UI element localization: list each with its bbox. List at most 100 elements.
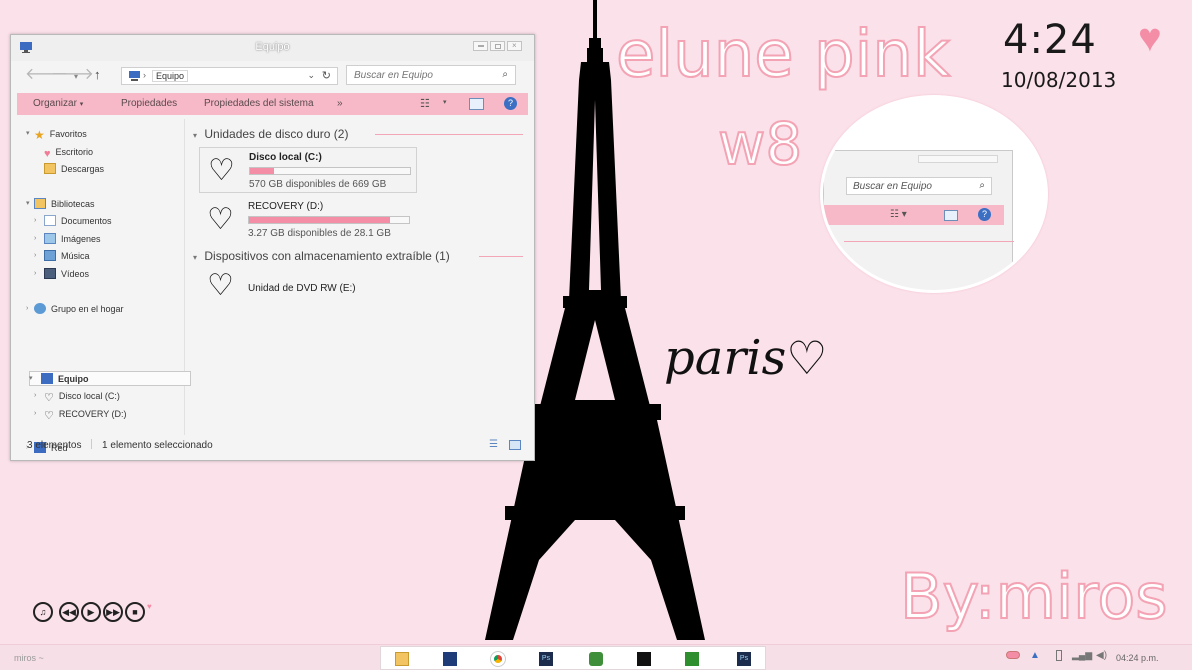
search-icon[interactable]: ⌕ xyxy=(502,69,508,80)
maximize-button[interactable] xyxy=(490,41,505,51)
more-commands-button[interactable]: » xyxy=(337,98,343,109)
sidebar-item-computer[interactable]: ▾ Equipo xyxy=(29,371,191,386)
search-box[interactable]: ⌕ xyxy=(346,65,516,85)
sidebar-item-videos[interactable]: › Vídeos xyxy=(34,267,89,281)
details-view-icon[interactable]: ☰ xyxy=(489,439,498,450)
title-text: elune pink xyxy=(615,17,951,93)
navigation-pane: ▾ ★ Favoritos ♥ Escritorio Descargas ▾ Bibli… xyxy=(17,119,191,453)
minecraft-icon[interactable] xyxy=(685,652,699,666)
group-divider xyxy=(479,256,523,257)
next-button[interactable]: ▶▶ xyxy=(103,602,123,622)
author-text: By:miros xyxy=(899,559,1169,634)
sidebar-item-downloads[interactable]: Descargas xyxy=(44,162,104,176)
ghost-app-icon[interactable] xyxy=(637,652,651,666)
chrome-icon[interactable] xyxy=(490,651,506,667)
tray-toggle-icon[interactable] xyxy=(1006,651,1020,659)
window-title: Equipo xyxy=(255,41,290,53)
group-removable[interactable]: ▾ Dispositivos con almacenamiento extraí… xyxy=(193,249,523,263)
title-bar[interactable]: Equipo × xyxy=(11,35,534,61)
tray-clock[interactable]: 04:24 p.m. xyxy=(1116,653,1159,663)
collapse-icon: › xyxy=(34,235,37,242)
recovery-label: RECOVERY (D:) xyxy=(58,409,127,419)
image-viewer-icon[interactable] xyxy=(589,652,603,666)
minimize-button[interactable] xyxy=(473,41,488,51)
address-computer-icon xyxy=(129,71,140,81)
previous-button[interactable]: ◀◀ xyxy=(59,602,79,622)
dvd-drive-item[interactable]: ♡ Unidad de DVD RW (E:) xyxy=(199,269,417,309)
zoom-caption-buttons xyxy=(918,155,998,163)
collapse-icon: › xyxy=(34,410,37,417)
heart-drive-icon: ♡ xyxy=(44,392,54,404)
group-collapse-icon: ▾ xyxy=(193,253,198,262)
organize-button[interactable]: Organizar ▾ xyxy=(33,98,83,109)
help-icon[interactable]: ? xyxy=(504,97,517,110)
computer-app-icon[interactable] xyxy=(443,652,457,666)
drive-name: Disco local (C:) xyxy=(249,152,322,163)
sidebar-item-images[interactable]: › Imágenes xyxy=(34,232,101,246)
homegroup-icon xyxy=(34,303,46,314)
drive-usage-fill xyxy=(249,217,390,223)
drive-item[interactable]: ♡ RECOVERY (D:) 3.27 GB disponibles de 2… xyxy=(199,197,417,243)
drive-usage-bar xyxy=(248,216,410,224)
sidebar-item-documents[interactable]: › Documentos xyxy=(34,214,112,228)
desktop-date: 10/08/2013 xyxy=(1001,68,1117,92)
close-button[interactable]: × xyxy=(507,41,522,51)
sidebar-item-music[interactable]: › Música xyxy=(34,249,90,263)
sidebar-item-homegroup[interactable]: › Grupo en el hogar xyxy=(26,302,124,316)
change-view-icon[interactable]: ☷ xyxy=(420,97,430,110)
sidebar-item-favorites[interactable]: ▾ ★ Favoritos xyxy=(26,127,87,142)
tray-network-icon[interactable]: ▲ xyxy=(1030,650,1040,661)
group-collapse-icon: ▾ xyxy=(193,131,198,140)
large-icons-view-icon[interactable] xyxy=(509,440,521,450)
heart-outline-icon: ♡ xyxy=(786,331,828,385)
maximize-icon xyxy=(495,44,501,49)
minimize-icon xyxy=(478,45,484,47)
star-icon: ★ xyxy=(34,128,45,142)
breadcrumb-equipo[interactable]: Equipo xyxy=(152,70,189,82)
file-explorer-icon[interactable] xyxy=(395,652,409,666)
up-button[interactable]: ↑ xyxy=(94,67,101,83)
zoom-divider xyxy=(844,241,1014,242)
view-dropdown-icon[interactable]: ▾ xyxy=(443,98,447,106)
address-bar[interactable]: › Equipo ⌄ ↻ xyxy=(121,67,338,85)
status-separator xyxy=(91,439,93,449)
volume-icon[interactable]: ◀) xyxy=(1096,650,1107,661)
preview-pane-icon[interactable] xyxy=(469,98,484,110)
command-bar: Organizar ▾ Propiedades Propiedades del … xyxy=(17,93,528,115)
organize-label: Organizar xyxy=(33,98,77,109)
zoom-search-text: Buscar en Equipo xyxy=(853,181,932,192)
recent-dropdown-icon[interactable]: ▾ xyxy=(74,69,78,85)
photoshop-icon[interactable]: Ps xyxy=(539,652,553,666)
drive-item[interactable]: ♡ Disco local (C:) 570 GB disponibles de… xyxy=(199,147,417,193)
battery-icon[interactable] xyxy=(1056,650,1062,661)
play-button[interactable]: ▶ xyxy=(81,602,101,622)
downloads-label: Descargas xyxy=(61,164,105,174)
taskbar: miros ~ Ps Ps ▲ ▂▄▆ ◀) 04:24 p.m. xyxy=(0,644,1192,670)
close-icon: × xyxy=(512,41,517,50)
collapse-icon: › xyxy=(26,305,29,312)
computer-label: Equipo xyxy=(58,374,89,384)
refresh-icon[interactable]: ↻ xyxy=(322,69,331,82)
version-text: w8 xyxy=(717,109,803,179)
music-label: Música xyxy=(61,251,90,261)
forward-button[interactable]: 🡒 xyxy=(51,67,94,83)
taskbar-apps: Ps Ps xyxy=(380,646,766,670)
signal-icon[interactable]: ▂▄▆ xyxy=(1072,650,1092,661)
address-dropdown-icon[interactable]: ⌄ xyxy=(307,70,315,81)
search-input[interactable] xyxy=(347,66,487,84)
pixel-heart-icon: ♡ xyxy=(207,269,234,302)
sidebar-item-desktop[interactable]: ♥ Escritorio xyxy=(44,145,93,160)
music-note-icon[interactable]: ♫ xyxy=(33,602,53,622)
zoom-window: Buscar en Equipo ⌕ ☷ ▾ ? xyxy=(823,150,1014,290)
sidebar-item-local-disk[interactable]: › ♡ Disco local (C:) xyxy=(34,389,120,404)
properties-button[interactable]: Propiedades xyxy=(121,98,177,109)
drive-free-space: 3.27 GB disponibles de 28.1 GB xyxy=(248,228,391,239)
system-properties-button[interactable]: Propiedades del sistema xyxy=(204,98,314,109)
desktop-clock: 4:24 xyxy=(1003,17,1097,63)
photoshop-icon[interactable]: Ps xyxy=(737,652,751,666)
group-hard-drives[interactable]: ▾ Unidades de disco duro (2) xyxy=(193,127,523,141)
stop-button[interactable]: ■ xyxy=(125,602,145,622)
sidebar-item-recovery[interactable]: › ♡ RECOVERY (D:) xyxy=(34,407,127,422)
sidebar-item-libraries[interactable]: ▾ Bibliotecas xyxy=(26,197,95,211)
zoom-pane-icon xyxy=(944,210,958,221)
